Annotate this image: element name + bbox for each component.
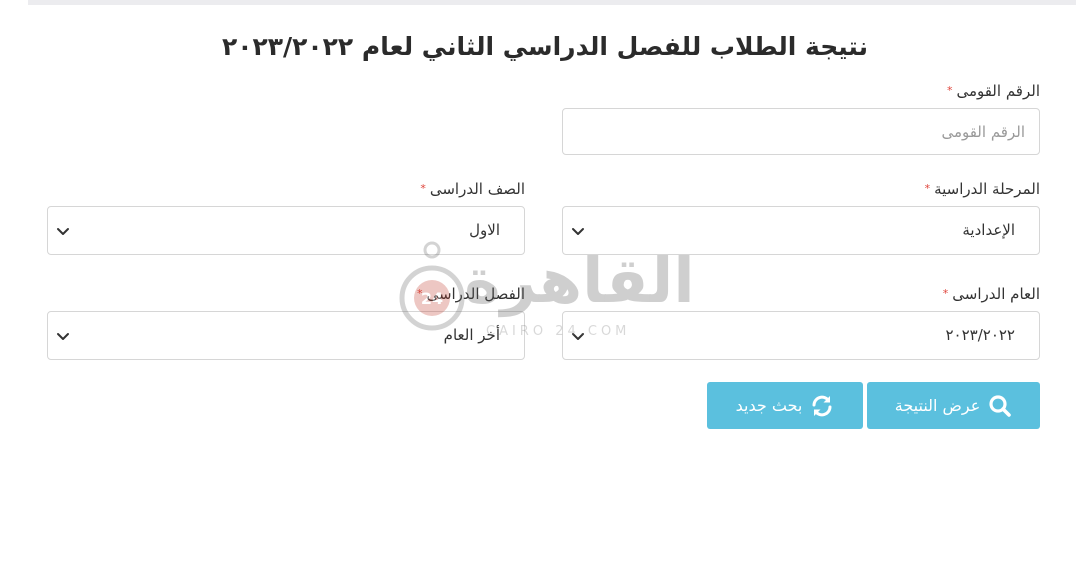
required-marker: * — [416, 287, 423, 300]
stage-field: المرحلة الدراسية* الإعدادية — [562, 178, 1040, 255]
new-search-label: بحث جديد — [735, 396, 803, 415]
grade-field: الصف الدراسى* الاول — [47, 178, 525, 255]
grade-label-text: الصف الدراسى — [429, 180, 525, 198]
term-label-text: الفصل الدراسى — [426, 285, 525, 303]
chevron-down-icon — [572, 228, 584, 235]
chevron-down-icon — [572, 333, 584, 340]
term-label: الفصل الدراسى* — [47, 283, 525, 305]
year-select-value: ٢٠٢٣/٢٠٢٢ — [945, 326, 1015, 344]
chevron-down-icon — [57, 333, 69, 340]
chevron-down-icon — [57, 228, 69, 235]
page-title: نتيجة الطلاب للفصل الدراسي الثاني لعام ٢… — [221, 32, 869, 61]
national-id-label-text: الرقم القومى — [956, 82, 1040, 100]
new-search-button[interactable]: بحث جديد — [707, 382, 863, 429]
year-select[interactable]: ٢٠٢٣/٢٠٢٢ — [562, 311, 1040, 360]
grade-select-value: الاول — [469, 221, 500, 239]
stage-label: المرحلة الدراسية* — [562, 178, 1040, 200]
refresh-icon — [812, 395, 832, 416]
year-label: العام الدراسى* — [562, 283, 1040, 305]
national-id-field: الرقم القومى* — [562, 80, 1040, 155]
show-result-label: عرض النتيجة — [894, 396, 981, 415]
top-bar — [28, 0, 1076, 5]
term-select-value: أخر العام — [443, 326, 500, 344]
stage-select-value: الإعدادية — [962, 221, 1015, 239]
national-id-label: الرقم القومى* — [562, 80, 1040, 102]
year-label-text: العام الدراسى — [952, 285, 1040, 303]
stage-label-text: المرحلة الدراسية — [934, 180, 1040, 198]
required-marker: * — [946, 84, 953, 97]
search-icon — [989, 394, 1012, 417]
term-field: الفصل الدراسى* أخر العام — [47, 283, 525, 360]
stage-select[interactable]: الإعدادية — [562, 206, 1040, 255]
show-result-button[interactable]: عرض النتيجة — [867, 382, 1040, 429]
term-select[interactable]: أخر العام — [47, 311, 525, 360]
required-marker: * — [942, 287, 949, 300]
required-marker: * — [420, 182, 426, 195]
national-id-input[interactable] — [562, 108, 1040, 155]
grade-select[interactable]: الاول — [47, 206, 525, 255]
grade-label: الصف الدراسى* — [47, 178, 525, 200]
required-marker: * — [924, 182, 931, 195]
year-field: العام الدراسى* ٢٠٢٣/٢٠٢٢ — [562, 283, 1040, 360]
